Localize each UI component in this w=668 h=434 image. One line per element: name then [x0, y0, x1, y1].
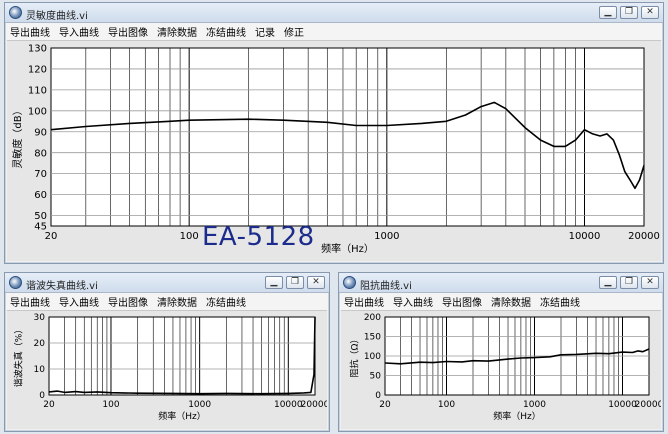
model-watermark: EA-5128 [202, 222, 315, 252]
menu-import-curve[interactable]: 导入曲线 [393, 294, 433, 309]
menu-import-curve[interactable]: 导入曲线 [59, 24, 99, 39]
menu-bar: 导出曲线 导入曲线 导出图像 清除数据 冻结曲线 [340, 293, 662, 310]
restore-icon[interactable]: ❐ [620, 6, 638, 19]
x-tick-label: 20000 [301, 400, 327, 410]
title-bar[interactable]: 灵敏度曲线.vi ▁ ❐ ✕ [5, 3, 663, 23]
window-title: 阻抗曲线.vi [360, 281, 412, 292]
y-tick-label: 50 [370, 372, 382, 382]
y-tick-label: 50 [34, 211, 47, 222]
menu-export-curve[interactable]: 导出曲线 [10, 24, 50, 39]
y-tick-label: 70 [34, 169, 47, 180]
minimize-icon[interactable]: ▁ [265, 276, 283, 289]
window-title: 谐波失真曲线.vi [26, 281, 98, 292]
y-tick-label: 90 [34, 127, 47, 138]
y-tick-label: 80 [34, 148, 47, 159]
impedance-window: 阻抗曲线.vi ▁ ❐ ✕ 导出曲线 导入曲线 导出图像 清除数据 冻结曲线 0… [338, 272, 664, 432]
thd-window: 谐波失真曲线.vi ▁ ❐ ✕ 导出曲线 导入曲线 导出图像 清除数据 冻结曲线… [4, 272, 330, 432]
x-tick-label: 1000 [523, 400, 546, 410]
x-tick-label: 10000 [569, 231, 601, 242]
y-tick-label: 60 [34, 190, 47, 201]
close-icon[interactable]: ✕ [641, 276, 659, 289]
menu-export-image[interactable]: 导出图像 [442, 294, 482, 309]
y-tick-label: 20 [34, 339, 46, 349]
x-tick-label: 20 [45, 231, 58, 242]
window-controls: ▁ ❐ ✕ [599, 6, 659, 19]
x-tick-label: 100 [438, 400, 455, 410]
window-controls: ▁ ❐ ✕ [599, 276, 659, 289]
menu-clear-data[interactable]: 清除数据 [157, 294, 197, 309]
close-icon[interactable]: ✕ [641, 6, 659, 19]
x-axis-label: 频率（Hz） [493, 410, 541, 422]
y-tick-label: 10 [34, 365, 46, 375]
x-tick-label: 100 [102, 400, 119, 410]
plot-area [48, 316, 316, 396]
menu-export-image[interactable]: 导出图像 [108, 24, 148, 39]
plot-area [50, 47, 645, 227]
menu-clear-data[interactable]: 清除数据 [157, 24, 197, 39]
y-tick-label: 30 [34, 313, 46, 323]
y-tick-label: 150 [364, 333, 381, 343]
graph-panel: 0 50 100 150 200 20 100 1000 10000 20000 频率（Hz） 阻抗（… [341, 310, 664, 429]
labview-app-icon [343, 276, 356, 289]
x-tick-label: 20 [379, 400, 391, 410]
menu-freeze-curve[interactable]: 冻结曲线 [206, 294, 246, 309]
labview-app-icon [9, 276, 22, 289]
x-axis-label: 频率（Hz） [321, 242, 374, 255]
menu-bar: 导出曲线 导入曲线 导出图像 清除数据 冻结曲线 记录 修正 [6, 23, 662, 40]
menu-correct[interactable]: 修正 [284, 24, 304, 39]
y-tick-label: 100 [28, 106, 47, 117]
impedance-graph: 05010015020020 100 1000 1000020000频率（Hz）阻抗（… [349, 313, 664, 422]
x-tick-label: 10000 [274, 400, 303, 410]
sensitivity-window: 灵敏度曲线.vi ▁ ❐ ✕ 导出曲线 导入曲线 导出图像 清除数据 冻结曲线 … [4, 2, 664, 264]
labview-app-icon [9, 6, 22, 19]
minimize-icon[interactable]: ▁ [599, 6, 617, 19]
x-tick-label: 10000 [608, 400, 637, 410]
x-axis-label: 频率（Hz） [158, 410, 206, 422]
graph-panel: 45 50 60 70 80 90 100 110 120 130 20 100 1000 10000 20… [7, 40, 661, 261]
y-tick-label: 100 [364, 352, 381, 362]
menu-export-image[interactable]: 导出图像 [108, 294, 148, 309]
menu-record[interactable]: 记录 [255, 24, 275, 39]
sensitivity-graph: 45506070809010011012013020 100 1000 10000 20… [11, 44, 660, 255]
restore-icon[interactable]: ❐ [286, 276, 304, 289]
title-bar[interactable]: 阻抗曲线.vi ▁ ❐ ✕ [339, 273, 663, 293]
x-tick-label: 20000 [628, 231, 660, 242]
y-tick-label: 120 [28, 65, 47, 76]
menu-freeze-curve[interactable]: 冻结曲线 [540, 294, 580, 309]
window-controls: ▁ ❐ ✕ [265, 276, 325, 289]
menu-export-curve[interactable]: 导出曲线 [344, 294, 384, 309]
x-tick-label: 1000 [188, 400, 211, 410]
y-tick-label: 200 [364, 313, 381, 323]
y-axis-label: 灵敏度（dB） [11, 105, 24, 168]
restore-icon[interactable]: ❐ [620, 276, 638, 289]
y-tick-label: 130 [28, 44, 47, 55]
menu-freeze-curve[interactable]: 冻结曲线 [206, 24, 246, 39]
y-axis-label: 谐波失真（%） [13, 325, 25, 388]
x-tick-label: 20000 [635, 400, 661, 410]
graph-panel: 0 10 20 30 20 100 1000 10000 20000 频率（Hz） 谐波失真（%） [7, 310, 330, 429]
minimize-icon[interactable]: ▁ [599, 276, 617, 289]
x-tick-label: 20 [43, 400, 55, 410]
close-icon[interactable]: ✕ [307, 276, 325, 289]
title-bar[interactable]: 谐波失真曲线.vi ▁ ❐ ✕ [5, 273, 329, 293]
menu-clear-data[interactable]: 清除数据 [491, 294, 531, 309]
y-axis-label: 阻抗（Ω） [349, 335, 361, 378]
menu-bar: 导出曲线 导入曲线 导出图像 清除数据 冻结曲线 [6, 293, 328, 310]
menu-import-curve[interactable]: 导入曲线 [59, 294, 99, 309]
window-title: 灵敏度曲线.vi [26, 11, 88, 22]
y-tick-label: 110 [28, 85, 47, 96]
menu-export-curve[interactable]: 导出曲线 [10, 294, 50, 309]
x-tick-label: 100 [180, 231, 199, 242]
thd-graph: 010203020 100 1000 1000020000频率（Hz）谐波失真（%） [13, 313, 330, 422]
x-tick-label: 1000 [374, 231, 399, 242]
